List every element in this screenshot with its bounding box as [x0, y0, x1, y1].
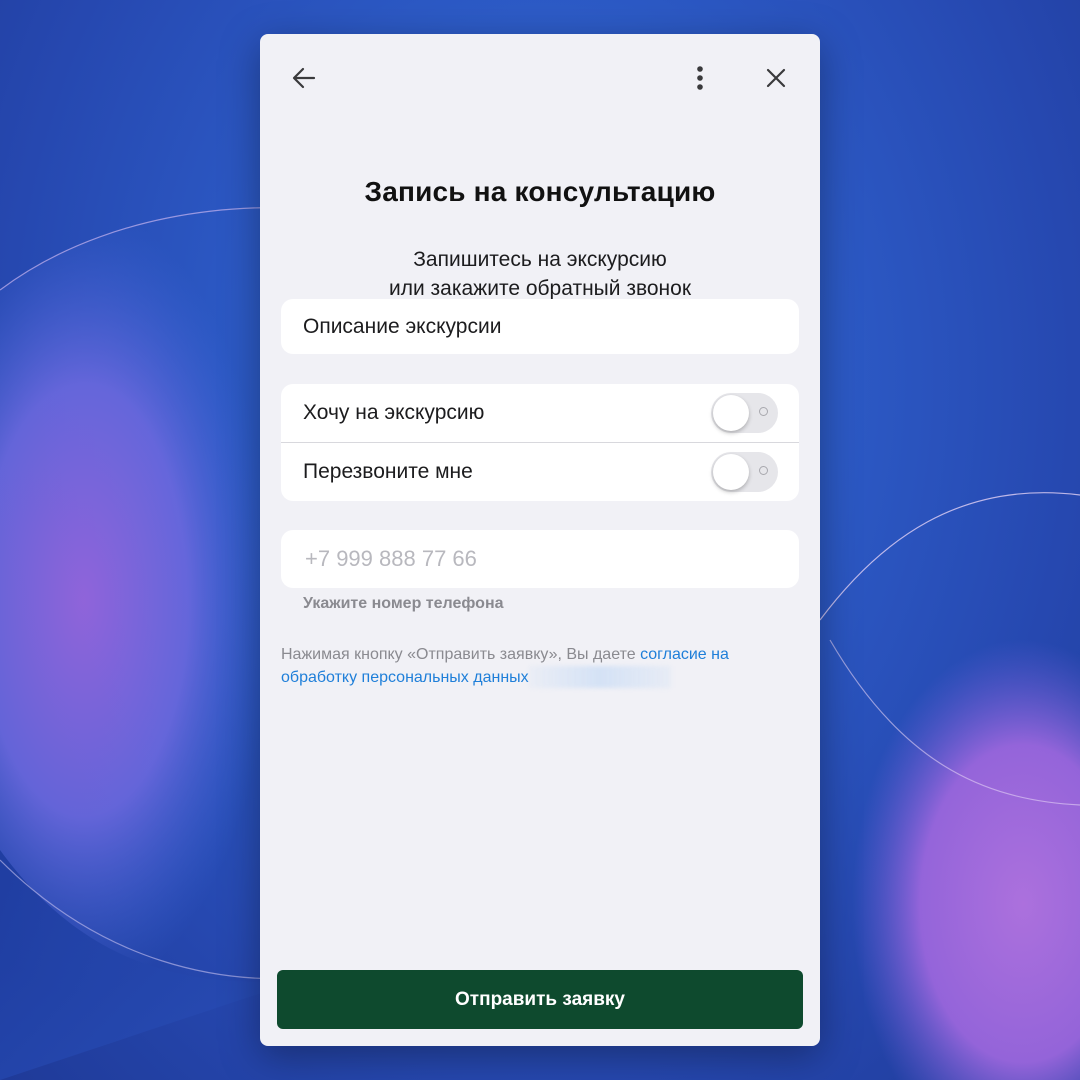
toggle-tour-switch[interactable]	[711, 393, 778, 433]
page-title: Запись на консультацию	[364, 176, 716, 207]
phone-input[interactable]	[303, 545, 777, 573]
toggle-row-callback: Перезвоните мне	[281, 442, 799, 501]
more-vertical-icon	[697, 66, 703, 90]
desktop-background: Запись на консультацию Запишитесь на экс…	[0, 0, 1080, 1080]
options-group: Хочу на экскурсию Перезвоните мне	[281, 384, 799, 501]
switch-off-indicator	[759, 466, 768, 475]
back-button[interactable]	[282, 56, 326, 100]
subtitle-line-1: Запишитесь на экскурсию	[413, 248, 667, 271]
toggle-row-tour: Хочу на экскурсию	[281, 384, 799, 442]
page-subtitle: Запишитесь на экскурсию или закажите обр…	[260, 245, 820, 303]
phone-hint: Укажите номер телефона	[303, 595, 504, 612]
more-options-button[interactable]	[678, 56, 722, 100]
switch-knob	[713, 454, 749, 490]
tour-description-label: Описание экскурсии	[303, 314, 502, 338]
redacted-text	[528, 666, 671, 688]
consultation-dialog: Запись на консультацию Запишитесь на экс…	[260, 34, 820, 1046]
switch-off-indicator	[759, 407, 768, 416]
close-button[interactable]	[754, 56, 798, 100]
toggle-callback-label: Перезвоните мне	[303, 460, 473, 483]
phone-field	[281, 530, 799, 588]
tour-description-item[interactable]: Описание экскурсии	[281, 299, 799, 354]
consent-text: Нажимая кнопку «Отправить заявку», Вы да…	[281, 644, 801, 689]
switch-knob	[713, 395, 749, 431]
toggle-callback-switch[interactable]	[711, 452, 778, 492]
arrow-left-icon	[292, 67, 316, 89]
submit-button[interactable]: Отправить заявку	[277, 970, 803, 1029]
dialog-header	[260, 34, 820, 124]
toggle-tour-label: Хочу на экскурсию	[303, 401, 485, 424]
close-icon	[766, 68, 786, 88]
consent-prefix: Нажимая кнопку «Отправить заявку», Вы да…	[281, 646, 641, 663]
